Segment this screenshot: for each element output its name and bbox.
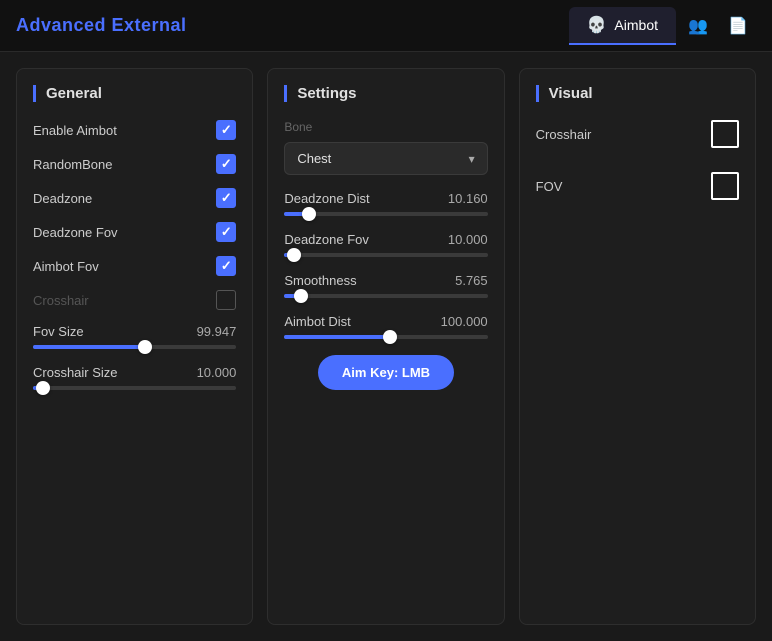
deadzone-checkbox[interactable] — [216, 188, 236, 208]
crosshair-size-slider-row: Crosshair Size 10.000 — [33, 365, 236, 390]
extra-icon: 📄 — [728, 16, 748, 36]
random-bone-label: RandomBone — [33, 157, 113, 172]
aim-key-button[interactable]: Aim Key: LMB — [318, 355, 454, 390]
deadzone-fov-track[interactable] — [284, 253, 487, 257]
fov-size-slider-row: Fov Size 99.947 — [33, 324, 236, 349]
general-title: General — [33, 85, 236, 102]
chevron-down-icon: ▾ — [469, 152, 475, 166]
smoothness-track[interactable] — [284, 294, 487, 298]
visual-fov-row: FOV — [536, 172, 739, 200]
visual-panel: Visual Crosshair FOV — [519, 68, 756, 625]
bone-section-label: Bone — [284, 120, 487, 134]
deadzone-dist-track[interactable] — [284, 212, 487, 216]
deadzone-label: Deadzone — [33, 191, 92, 206]
deadzone-dist-label: Deadzone Dist — [284, 191, 369, 206]
enable-aimbot-checkbox[interactable] — [216, 120, 236, 140]
tab-players[interactable]: 👥 — [680, 8, 716, 44]
settings-panel: Settings Bone Chest ▾ Deadzone Dist 10.1… — [267, 68, 504, 625]
settings-title: Settings — [284, 85, 487, 102]
fov-size-fill — [33, 345, 145, 349]
aimbot-icon: 💀 — [587, 15, 607, 35]
deadzone-fov-row: Deadzone Fov — [33, 222, 236, 242]
visual-title: Visual — [536, 85, 739, 102]
deadzone-dist-thumb[interactable] — [302, 207, 316, 221]
crosshair-checkbox[interactable] — [216, 290, 236, 310]
fov-size-label: Fov Size — [33, 324, 84, 339]
general-panel: General Enable Aimbot RandomBone Deadzon… — [16, 68, 253, 625]
deadzone-dist-value: 10.160 — [448, 191, 488, 206]
aimbot-dist-fill — [284, 335, 390, 339]
app-title: Advanced External — [16, 15, 187, 36]
aimbot-fov-checkbox[interactable] — [216, 256, 236, 276]
crosshair-row: Crosshair — [33, 290, 236, 310]
aimbot-fov-row: Aimbot Fov — [33, 256, 236, 276]
crosshair-size-track[interactable] — [33, 386, 236, 390]
fov-size-thumb[interactable] — [138, 340, 152, 354]
crosshair-size-thumb[interactable] — [36, 381, 50, 395]
main-content: General Enable Aimbot RandomBone Deadzon… — [0, 52, 772, 641]
fov-size-track[interactable] — [33, 345, 236, 349]
smoothness-thumb[interactable] — [294, 289, 308, 303]
deadzone-row: Deadzone — [33, 188, 236, 208]
aimbot-dist-label: Aimbot Dist — [284, 314, 350, 329]
visual-fov-label: FOV — [536, 179, 563, 194]
aimbot-dist-thumb[interactable] — [383, 330, 397, 344]
smoothness-label: Smoothness — [284, 273, 356, 288]
deadzone-fov-settings-value: 10.000 — [448, 232, 488, 247]
visual-crosshair-label: Crosshair — [536, 127, 592, 142]
aimbot-dist-value: 100.000 — [441, 314, 488, 329]
enable-aimbot-label: Enable Aimbot — [33, 123, 117, 138]
deadzone-dist-slider-row: Deadzone Dist 10.160 — [284, 191, 487, 216]
visual-fov-checkbox[interactable] — [711, 172, 739, 200]
smoothness-value: 5.765 — [455, 273, 488, 288]
smoothness-slider-row: Smoothness 5.765 — [284, 273, 487, 298]
crosshair-size-label: Crosshair Size — [33, 365, 118, 380]
tab-aimbot-label: Aimbot — [614, 17, 658, 33]
aimbot-fov-label: Aimbot Fov — [33, 259, 99, 274]
players-icon: 👥 — [688, 16, 708, 36]
topbar: Advanced External 💀 Aimbot 👥 📄 — [0, 0, 772, 52]
random-bone-row: RandomBone — [33, 154, 236, 174]
visual-crosshair-checkbox[interactable] — [711, 120, 739, 148]
tab-extra[interactable]: 📄 — [720, 8, 756, 44]
tabs: 💀 Aimbot 👥 📄 — [569, 7, 757, 45]
bone-dropdown-value: Chest — [297, 151, 331, 166]
deadzone-fov-label: Deadzone Fov — [33, 225, 118, 240]
deadzone-fov-checkbox[interactable] — [216, 222, 236, 242]
bone-dropdown[interactable]: Chest ▾ — [284, 142, 487, 175]
visual-crosshair-row: Crosshair — [536, 120, 739, 148]
aimbot-dist-track[interactable] — [284, 335, 487, 339]
deadzone-fov-settings-label: Deadzone Fov — [284, 232, 369, 247]
enable-aimbot-row: Enable Aimbot — [33, 120, 236, 140]
deadzone-fov-slider-row: Deadzone Fov 10.000 — [284, 232, 487, 257]
crosshair-size-value: 10.000 — [197, 365, 237, 380]
aimbot-dist-slider-row: Aimbot Dist 100.000 — [284, 314, 487, 339]
crosshair-label: Crosshair — [33, 293, 89, 308]
fov-size-value: 99.947 — [197, 324, 237, 339]
deadzone-fov-thumb[interactable] — [287, 248, 301, 262]
random-bone-checkbox[interactable] — [216, 154, 236, 174]
tab-aimbot[interactable]: 💀 Aimbot — [569, 7, 677, 45]
